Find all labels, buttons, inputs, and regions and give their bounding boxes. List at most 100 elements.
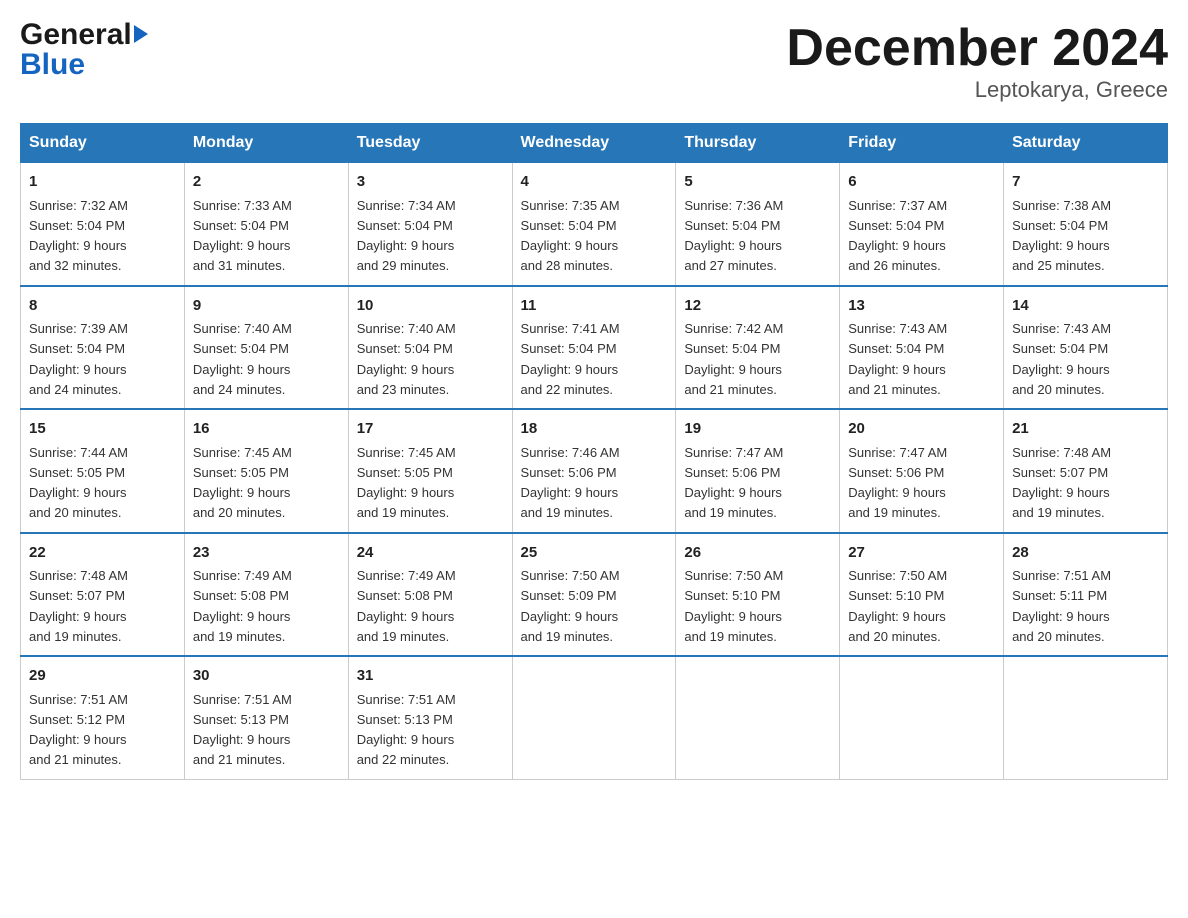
day-info: Sunrise: 7:40 AMSunset: 5:04 PMDaylight:… bbox=[357, 321, 456, 397]
day-info: Sunrise: 7:50 AMSunset: 5:10 PMDaylight:… bbox=[684, 568, 783, 644]
calendar-cell: 25 Sunrise: 7:50 AMSunset: 5:09 PMDaylig… bbox=[512, 533, 676, 657]
day-number: 20 bbox=[848, 418, 995, 441]
day-info: Sunrise: 7:45 AMSunset: 5:05 PMDaylight:… bbox=[357, 445, 456, 521]
calendar-cell: 23 Sunrise: 7:49 AMSunset: 5:08 PMDaylig… bbox=[184, 533, 348, 657]
day-number: 17 bbox=[357, 418, 504, 441]
day-number: 6 bbox=[848, 171, 995, 194]
day-info: Sunrise: 7:37 AMSunset: 5:04 PMDaylight:… bbox=[848, 198, 947, 274]
calendar-cell: 16 Sunrise: 7:45 AMSunset: 5:05 PMDaylig… bbox=[184, 409, 348, 533]
logo-arrow-icon bbox=[134, 25, 148, 43]
calendar-week-row: 1 Sunrise: 7:32 AMSunset: 5:04 PMDayligh… bbox=[21, 163, 1168, 286]
calendar-cell: 20 Sunrise: 7:47 AMSunset: 5:06 PMDaylig… bbox=[840, 409, 1004, 533]
day-number: 3 bbox=[357, 171, 504, 194]
day-number: 30 bbox=[193, 665, 340, 688]
column-header-thursday: Thursday bbox=[676, 124, 840, 163]
day-info: Sunrise: 7:43 AMSunset: 5:04 PMDaylight:… bbox=[848, 321, 947, 397]
calendar-header-row: SundayMondayTuesdayWednesdayThursdayFrid… bbox=[21, 124, 1168, 163]
day-number: 5 bbox=[684, 171, 831, 194]
day-number: 9 bbox=[193, 295, 340, 318]
day-number: 1 bbox=[29, 171, 176, 194]
day-number: 13 bbox=[848, 295, 995, 318]
day-number: 23 bbox=[193, 542, 340, 565]
day-number: 11 bbox=[521, 295, 668, 318]
day-info: Sunrise: 7:32 AMSunset: 5:04 PMDaylight:… bbox=[29, 198, 128, 274]
day-info: Sunrise: 7:44 AMSunset: 5:05 PMDaylight:… bbox=[29, 445, 128, 521]
day-info: Sunrise: 7:36 AMSunset: 5:04 PMDaylight:… bbox=[684, 198, 783, 274]
calendar-cell: 9 Sunrise: 7:40 AMSunset: 5:04 PMDayligh… bbox=[184, 286, 348, 410]
day-number: 25 bbox=[521, 542, 668, 565]
day-info: Sunrise: 7:50 AMSunset: 5:09 PMDaylight:… bbox=[521, 568, 620, 644]
day-number: 22 bbox=[29, 542, 176, 565]
day-info: Sunrise: 7:49 AMSunset: 5:08 PMDaylight:… bbox=[193, 568, 292, 644]
page-title: December 2024 bbox=[786, 20, 1168, 77]
day-number: 19 bbox=[684, 418, 831, 441]
day-number: 16 bbox=[193, 418, 340, 441]
day-number: 12 bbox=[684, 295, 831, 318]
day-info: Sunrise: 7:39 AMSunset: 5:04 PMDaylight:… bbox=[29, 321, 128, 397]
day-info: Sunrise: 7:48 AMSunset: 5:07 PMDaylight:… bbox=[1012, 445, 1111, 521]
title-block: December 2024 Leptokarya, Greece bbox=[786, 20, 1168, 103]
calendar-cell bbox=[512, 656, 676, 779]
calendar-cell: 18 Sunrise: 7:46 AMSunset: 5:06 PMDaylig… bbox=[512, 409, 676, 533]
day-info: Sunrise: 7:47 AMSunset: 5:06 PMDaylight:… bbox=[684, 445, 783, 521]
column-header-sunday: Sunday bbox=[21, 124, 185, 163]
calendar-cell: 15 Sunrise: 7:44 AMSunset: 5:05 PMDaylig… bbox=[21, 409, 185, 533]
column-header-tuesday: Tuesday bbox=[348, 124, 512, 163]
calendar-cell: 6 Sunrise: 7:37 AMSunset: 5:04 PMDayligh… bbox=[840, 163, 1004, 286]
column-header-friday: Friday bbox=[840, 124, 1004, 163]
calendar-week-row: 15 Sunrise: 7:44 AMSunset: 5:05 PMDaylig… bbox=[21, 409, 1168, 533]
day-number: 18 bbox=[521, 418, 668, 441]
day-info: Sunrise: 7:51 AMSunset: 5:13 PMDaylight:… bbox=[357, 692, 456, 768]
day-info: Sunrise: 7:47 AMSunset: 5:06 PMDaylight:… bbox=[848, 445, 947, 521]
calendar-cell: 30 Sunrise: 7:51 AMSunset: 5:13 PMDaylig… bbox=[184, 656, 348, 779]
day-number: 31 bbox=[357, 665, 504, 688]
day-number: 24 bbox=[357, 542, 504, 565]
day-number: 14 bbox=[1012, 295, 1159, 318]
day-number: 29 bbox=[29, 665, 176, 688]
calendar-cell: 5 Sunrise: 7:36 AMSunset: 5:04 PMDayligh… bbox=[676, 163, 840, 286]
calendar-cell: 22 Sunrise: 7:48 AMSunset: 5:07 PMDaylig… bbox=[21, 533, 185, 657]
page-subtitle: Leptokarya, Greece bbox=[786, 77, 1168, 103]
day-info: Sunrise: 7:33 AMSunset: 5:04 PMDaylight:… bbox=[193, 198, 292, 274]
day-number: 10 bbox=[357, 295, 504, 318]
calendar-cell: 12 Sunrise: 7:42 AMSunset: 5:04 PMDaylig… bbox=[676, 286, 840, 410]
calendar-week-row: 8 Sunrise: 7:39 AMSunset: 5:04 PMDayligh… bbox=[21, 286, 1168, 410]
calendar-cell: 1 Sunrise: 7:32 AMSunset: 5:04 PMDayligh… bbox=[21, 163, 185, 286]
day-number: 7 bbox=[1012, 171, 1159, 194]
calendar-week-row: 22 Sunrise: 7:48 AMSunset: 5:07 PMDaylig… bbox=[21, 533, 1168, 657]
day-number: 8 bbox=[29, 295, 176, 318]
calendar-cell: 10 Sunrise: 7:40 AMSunset: 5:04 PMDaylig… bbox=[348, 286, 512, 410]
day-info: Sunrise: 7:43 AMSunset: 5:04 PMDaylight:… bbox=[1012, 321, 1111, 397]
calendar-cell: 24 Sunrise: 7:49 AMSunset: 5:08 PMDaylig… bbox=[348, 533, 512, 657]
day-number: 4 bbox=[521, 171, 668, 194]
day-info: Sunrise: 7:48 AMSunset: 5:07 PMDaylight:… bbox=[29, 568, 128, 644]
column-header-saturday: Saturday bbox=[1004, 124, 1168, 163]
logo: General Blue bbox=[20, 20, 148, 80]
calendar-table: SundayMondayTuesdayWednesdayThursdayFrid… bbox=[20, 123, 1168, 780]
day-number: 27 bbox=[848, 542, 995, 565]
calendar-cell bbox=[840, 656, 1004, 779]
calendar-cell: 26 Sunrise: 7:50 AMSunset: 5:10 PMDaylig… bbox=[676, 533, 840, 657]
calendar-cell: 2 Sunrise: 7:33 AMSunset: 5:04 PMDayligh… bbox=[184, 163, 348, 286]
calendar-cell: 4 Sunrise: 7:35 AMSunset: 5:04 PMDayligh… bbox=[512, 163, 676, 286]
day-info: Sunrise: 7:41 AMSunset: 5:04 PMDaylight:… bbox=[521, 321, 620, 397]
day-number: 2 bbox=[193, 171, 340, 194]
day-info: Sunrise: 7:51 AMSunset: 5:12 PMDaylight:… bbox=[29, 692, 128, 768]
calendar-cell: 11 Sunrise: 7:41 AMSunset: 5:04 PMDaylig… bbox=[512, 286, 676, 410]
day-info: Sunrise: 7:40 AMSunset: 5:04 PMDaylight:… bbox=[193, 321, 292, 397]
day-info: Sunrise: 7:51 AMSunset: 5:13 PMDaylight:… bbox=[193, 692, 292, 768]
calendar-cell: 17 Sunrise: 7:45 AMSunset: 5:05 PMDaylig… bbox=[348, 409, 512, 533]
day-info: Sunrise: 7:42 AMSunset: 5:04 PMDaylight:… bbox=[684, 321, 783, 397]
day-info: Sunrise: 7:35 AMSunset: 5:04 PMDaylight:… bbox=[521, 198, 620, 274]
day-info: Sunrise: 7:49 AMSunset: 5:08 PMDaylight:… bbox=[357, 568, 456, 644]
page-header: General Blue December 2024 Leptokarya, G… bbox=[20, 20, 1168, 103]
calendar-cell: 28 Sunrise: 7:51 AMSunset: 5:11 PMDaylig… bbox=[1004, 533, 1168, 657]
logo-blue-text: Blue bbox=[20, 50, 148, 80]
calendar-cell: 29 Sunrise: 7:51 AMSunset: 5:12 PMDaylig… bbox=[21, 656, 185, 779]
calendar-cell: 13 Sunrise: 7:43 AMSunset: 5:04 PMDaylig… bbox=[840, 286, 1004, 410]
column-header-wednesday: Wednesday bbox=[512, 124, 676, 163]
day-info: Sunrise: 7:51 AMSunset: 5:11 PMDaylight:… bbox=[1012, 568, 1111, 644]
calendar-cell: 3 Sunrise: 7:34 AMSunset: 5:04 PMDayligh… bbox=[348, 163, 512, 286]
day-number: 28 bbox=[1012, 542, 1159, 565]
day-info: Sunrise: 7:50 AMSunset: 5:10 PMDaylight:… bbox=[848, 568, 947, 644]
